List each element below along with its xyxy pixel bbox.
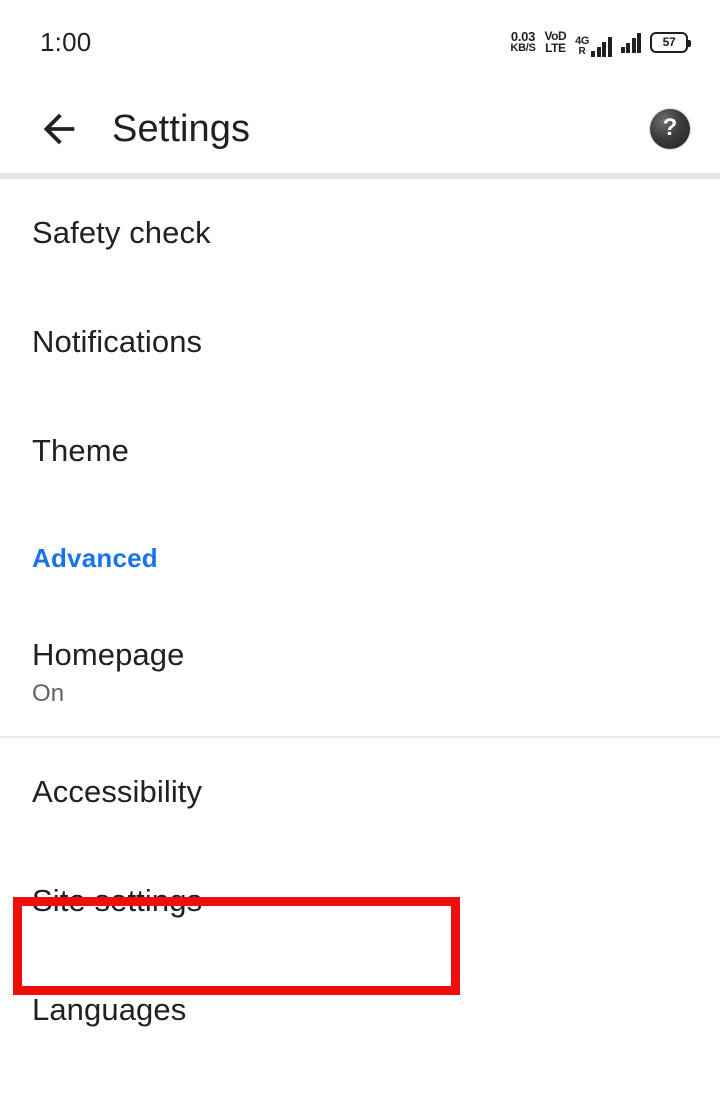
signal-bar-3 bbox=[602, 42, 606, 57]
signal-bar-4 bbox=[637, 33, 641, 53]
signal-bar-2 bbox=[596, 47, 601, 57]
signal-bar-2 bbox=[626, 43, 630, 53]
list-item-title: Theme bbox=[32, 433, 129, 469]
list-item-title: Homepage bbox=[32, 637, 185, 673]
list-item-site-settings[interactable]: Site settings bbox=[0, 847, 720, 956]
back-arrow-icon bbox=[43, 113, 75, 144]
list-item-subtitle: On bbox=[32, 680, 65, 708]
page-title: Settings bbox=[112, 107, 251, 150]
list-item-title: Notifications bbox=[32, 324, 203, 360]
list-item-title: Safety check bbox=[32, 215, 211, 251]
status-clock: 1:00 bbox=[40, 27, 92, 57]
settings-list: Safety check Notifications Theme Advance… bbox=[0, 179, 720, 1065]
battery-percent-label: 57 bbox=[662, 35, 676, 49]
volte-icon: VoD LTE bbox=[545, 30, 567, 55]
list-item-safety-check[interactable]: Safety check bbox=[0, 179, 720, 288]
list-item-theme[interactable]: Theme bbox=[0, 397, 720, 506]
status-bar: 1:00 0.03 KB/S VoD LTE 4G R 57 bbox=[0, 0, 720, 84]
list-item-notifications[interactable]: Notifications bbox=[0, 288, 720, 397]
network-speed-unit: KB/S bbox=[510, 42, 536, 55]
network-type-label-group: 4G R bbox=[575, 27, 589, 57]
roaming-label: R bbox=[578, 46, 586, 57]
status-icons-group: 0.03 KB/S VoD LTE 4G R 57 bbox=[510, 25, 691, 59]
help-button[interactable]: ? bbox=[648, 107, 692, 151]
list-item-accessibility[interactable]: Accessibility bbox=[0, 738, 720, 847]
list-item-languages[interactable]: Languages bbox=[0, 956, 720, 1065]
signal-bar-1 bbox=[620, 47, 625, 53]
list-item-title: Accessibility bbox=[32, 774, 203, 810]
volte-bottom-label: LTE bbox=[545, 41, 566, 55]
signal-bar-4 bbox=[607, 37, 612, 57]
section-header-label: Advanced bbox=[32, 543, 158, 573]
signal-bar-1 bbox=[591, 51, 595, 57]
back-button[interactable] bbox=[22, 92, 96, 166]
signal-sim1-group: 4G R bbox=[575, 27, 612, 57]
battery-icon: 57 bbox=[650, 31, 691, 53]
signal-bars-icon-sim2 bbox=[620, 31, 641, 53]
signal-bars-icon-sim1 bbox=[591, 35, 612, 57]
help-glyph: ? bbox=[662, 114, 678, 141]
list-item-title: Languages bbox=[32, 992, 187, 1028]
section-header-advanced[interactable]: Advanced bbox=[0, 506, 720, 610]
toolbar: Settings ? bbox=[0, 84, 720, 173]
signal-bar-3 bbox=[631, 38, 636, 53]
list-item-homepage[interactable]: Homepage On bbox=[0, 610, 720, 736]
list-item-title: Site settings bbox=[32, 883, 203, 919]
network-speed-value: 0.03 bbox=[510, 28, 536, 44]
network-speed-indicator: 0.03 KB/S bbox=[510, 30, 535, 54]
help-question-icon: ? bbox=[650, 108, 690, 149]
